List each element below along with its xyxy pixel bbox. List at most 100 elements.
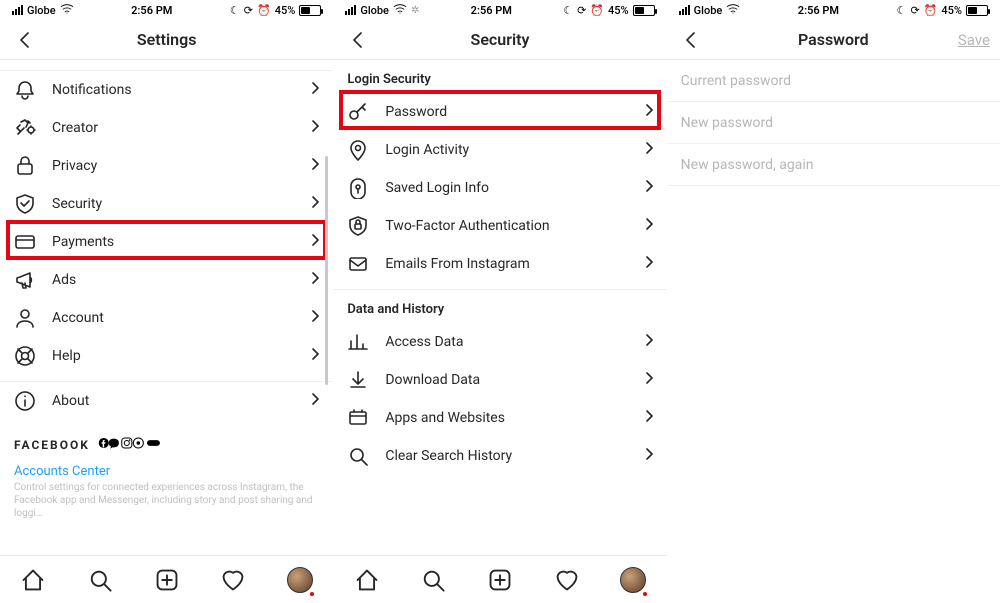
facebook-wordmark: FACEBOOK (14, 438, 90, 452)
chevron-right-icon (312, 272, 319, 288)
tab-home[interactable] (20, 567, 46, 593)
lifebuoy-icon (14, 345, 36, 367)
nav-header: Password Save (667, 20, 1000, 60)
security-item-access-data[interactable]: Access Data (333, 323, 666, 361)
security-item-label: Two-Factor Authentication (385, 218, 645, 234)
chevron-right-icon (646, 334, 653, 350)
chevron-right-icon (312, 393, 319, 409)
settings-item-payments[interactable]: Payments (0, 223, 333, 261)
back-button[interactable] (10, 26, 38, 54)
avatar (287, 567, 313, 593)
chevron-right-icon (646, 256, 653, 272)
settings-item-creator[interactable]: Creator (0, 109, 333, 147)
section-login-security: Login Security (333, 60, 666, 93)
orientation-lock-icon: ⟳ (910, 4, 919, 17)
keyhole-icon (347, 177, 369, 199)
settings-item-privacy[interactable]: Privacy (0, 147, 333, 185)
security-item-download-data[interactable]: Download Data (333, 361, 666, 399)
settings-item-label: Ads (52, 272, 312, 288)
security-item-clear-search[interactable]: Clear Search History (333, 437, 666, 475)
page-title: Settings (0, 30, 333, 49)
signal-icon (345, 5, 356, 15)
new-password-field[interactable]: New password (667, 102, 1000, 144)
settings-item-about[interactable]: About (0, 382, 333, 420)
settings-item-security[interactable]: Security (0, 185, 333, 223)
settings-item-label: Help (52, 348, 312, 364)
security-item-2fa[interactable]: Two-Factor Authentication (333, 207, 666, 245)
orientation-lock-icon: ⟳ (577, 4, 586, 17)
nav-header: Settings (0, 20, 333, 60)
shield-icon (14, 193, 36, 215)
chevron-right-icon (312, 196, 319, 212)
settings-item-label: Payments (52, 234, 312, 250)
loading-spinner-icon: ✲ (411, 5, 419, 16)
carrier-label: Globe (360, 4, 389, 17)
tab-create[interactable] (487, 567, 513, 593)
tab-create[interactable] (154, 567, 180, 593)
shield-icon (347, 215, 369, 237)
tab-activity[interactable] (220, 567, 246, 593)
alarm-icon: ⏰ (590, 4, 604, 17)
tab-activity[interactable] (554, 567, 580, 593)
tab-profile[interactable] (620, 567, 646, 593)
settings-screen: Globe 2:56 PM ☾ ⟳ ⏰ 45% Settings Notific… (0, 0, 333, 603)
nav-header: Security (333, 20, 666, 60)
security-item-saved-login[interactable]: Saved Login Info (333, 169, 666, 207)
facebook-product-logos (98, 436, 170, 454)
tab-profile[interactable] (287, 567, 313, 593)
clock: 2:56 PM (74, 4, 230, 17)
settings-item-label: Creator (52, 120, 312, 136)
chevron-right-icon (646, 410, 653, 426)
security-item-label: Access Data (385, 334, 645, 350)
security-list: Login Security Password Login Activity S… (333, 60, 666, 555)
status-bar: Globe 2:56 PM ☾ ⟳ ⏰ 45% (0, 0, 333, 20)
chevron-right-icon (646, 180, 653, 196)
security-item-apps-websites[interactable]: Apps and Websites (333, 399, 666, 437)
avatar (620, 567, 646, 593)
card-icon (14, 231, 36, 253)
security-item-label: Clear Search History (385, 448, 645, 464)
signal-icon (679, 5, 690, 15)
dnd-icon: ☾ (897, 4, 907, 17)
settings-item-notifications[interactable]: Notifications (0, 71, 333, 109)
security-item-label: Download Data (385, 372, 645, 388)
chevron-right-icon (312, 82, 319, 98)
tab-bar (333, 555, 666, 603)
clock: 2:56 PM (740, 4, 896, 17)
security-item-label: Password (385, 104, 645, 120)
security-item-login-activity[interactable]: Login Activity (333, 131, 666, 169)
settings-item-label: Security (52, 196, 312, 212)
new-password-again-field[interactable]: New password, again (667, 144, 1000, 186)
tab-home[interactable] (354, 567, 380, 593)
security-item-label: Saved Login Info (385, 180, 645, 196)
signal-icon (12, 5, 23, 15)
chevron-right-icon (312, 158, 319, 174)
security-item-emails[interactable]: Emails From Instagram (333, 245, 666, 283)
carrier-label: Globe (27, 4, 56, 17)
orientation-lock-icon: ⟳ (244, 4, 253, 17)
placeholder: New password (681, 115, 773, 131)
dnd-icon: ☾ (563, 4, 573, 17)
megaphone-icon (14, 269, 36, 291)
settings-item-account[interactable]: Account (0, 299, 333, 337)
facebook-brand-row: FACEBOOK (0, 420, 333, 456)
accounts-center-link[interactable]: Accounts Center (0, 456, 333, 481)
settings-item-help[interactable]: Help (0, 337, 333, 375)
wifi-icon (60, 3, 74, 17)
settings-item-ads[interactable]: Ads (0, 261, 333, 299)
wifi-icon (726, 3, 740, 17)
security-item-password[interactable]: Password (333, 93, 666, 131)
carrier-label: Globe (694, 4, 723, 17)
security-screen: Globe ✲ 2:56 PM ☾ ⟳ ⏰ 45% Security Login… (333, 0, 666, 603)
current-password-field[interactable]: Current password (667, 60, 1000, 102)
settings-item-label: Account (52, 310, 312, 326)
tab-search[interactable] (420, 567, 446, 593)
back-button[interactable] (677, 26, 705, 54)
scrollbar[interactable] (325, 156, 328, 385)
save-button[interactable]: Save (958, 31, 990, 49)
settings-item-label: Privacy (52, 158, 312, 174)
pin-icon (347, 139, 369, 161)
settings-item-label: About (52, 393, 312, 409)
back-button[interactable] (343, 26, 371, 54)
tab-search[interactable] (87, 567, 113, 593)
